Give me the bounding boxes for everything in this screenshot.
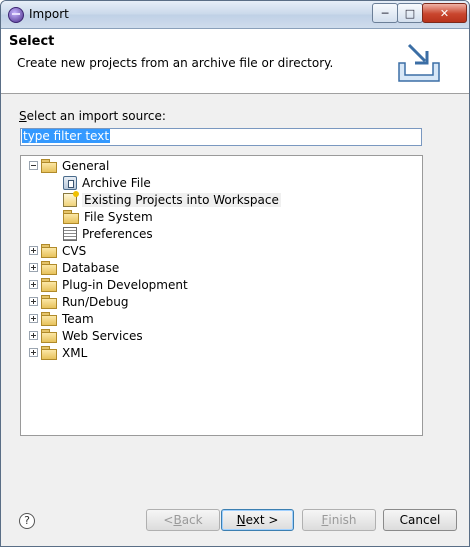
tree-item-label: CVS — [62, 243, 87, 258]
expand-icon[interactable] — [29, 297, 38, 306]
import-dialog: Import ─ □ ✕ Select Create new projects … — [0, 0, 470, 547]
tree-item-preferences[interactable]: Preferences — [63, 225, 153, 242]
back-mnemonic: B — [173, 513, 182, 527]
collapse-icon[interactable] — [29, 161, 38, 170]
tree-item-web-services[interactable]: Web Services — [29, 327, 143, 344]
folder-icon — [41, 244, 57, 258]
page-title: Select — [9, 34, 55, 49]
preferences-icon — [63, 226, 77, 241]
back-prefix: < — [163, 513, 174, 527]
tree-item-existing-projects[interactable]: Existing Projects into Workspace — [63, 190, 281, 208]
folder-icon — [41, 346, 57, 360]
finish-mnemonic: F — [321, 513, 329, 527]
tree-item-file-system[interactable]: File System — [63, 208, 153, 225]
next-rest: ext > — [245, 513, 279, 527]
next-mnemonic: N — [236, 513, 246, 527]
tree-item-label: File System — [84, 209, 153, 224]
tree-item-label: Team — [62, 311, 94, 326]
import-wizard-icon — [398, 43, 440, 82]
tree-item-label: XML — [62, 345, 88, 360]
expand-icon[interactable] — [29, 348, 38, 357]
expand-icon[interactable] — [29, 246, 38, 255]
tree-item-label: Plug-in Development — [62, 277, 188, 292]
page-description: Create new projects from an archive file… — [17, 56, 334, 70]
label-rest: elect an import source: — [26, 109, 166, 123]
back-button[interactable]: < Back — [146, 509, 220, 531]
wizard-header: Select Create new projects from an archi… — [1, 29, 469, 94]
existing-projects-icon — [63, 190, 79, 207]
back-rest: ack — [181, 513, 203, 527]
filter-input[interactable]: type filter text — [20, 128, 422, 146]
import-source-label: Select an import source: — [19, 109, 166, 123]
tree-item-plugin-development[interactable]: Plug-in Development — [29, 276, 188, 293]
expand-icon[interactable] — [29, 280, 38, 289]
expand-icon[interactable] — [29, 263, 38, 272]
tree-item-label: General — [62, 158, 110, 173]
minimize-button[interactable]: ─ — [372, 3, 398, 23]
maximize-button[interactable]: □ — [397, 3, 423, 23]
tree-item-label: Archive File — [82, 175, 151, 190]
tree-item-label: Database — [62, 260, 120, 275]
folder-icon — [63, 210, 79, 224]
tree-item-general[interactable]: General — [29, 157, 109, 174]
expand-icon[interactable] — [29, 314, 38, 323]
filter-text: type filter text — [22, 129, 111, 143]
tree-item-xml[interactable]: XML — [29, 344, 87, 361]
archive-icon — [63, 175, 77, 190]
finish-button[interactable]: Finish — [302, 509, 376, 531]
folder-icon — [41, 312, 57, 326]
folder-open-icon — [41, 159, 57, 173]
eclipse-icon — [8, 7, 24, 23]
tree-item-cvs[interactable]: CVS — [29, 242, 86, 259]
tree-item-label: Existing Projects into Workspace — [82, 192, 281, 207]
window-title: Import — [29, 7, 69, 21]
label-mnemonic: S — [19, 109, 27, 123]
folder-icon — [41, 261, 57, 275]
folder-icon — [41, 278, 57, 292]
folder-icon — [41, 295, 57, 309]
next-button[interactable]: Next > — [221, 509, 294, 531]
expand-icon[interactable] — [29, 331, 38, 340]
tree-item-run-debug[interactable]: Run/Debug — [29, 293, 129, 310]
help-icon[interactable]: ? — [19, 513, 35, 529]
folder-icon — [41, 329, 57, 343]
close-button[interactable]: ✕ — [422, 3, 467, 23]
tree-item-label: Web Services — [62, 328, 143, 343]
tree-item-label: Preferences — [82, 226, 153, 241]
tree-item-archive-file[interactable]: Archive File — [63, 174, 151, 191]
import-source-tree[interactable]: General Archive File Existing Projects i… — [20, 155, 423, 436]
tree-item-team[interactable]: Team — [29, 310, 94, 327]
cancel-button[interactable]: Cancel — [383, 509, 457, 531]
finish-rest: inish — [328, 513, 357, 527]
tree-item-database[interactable]: Database — [29, 259, 119, 276]
title-bar: Import ─ □ ✕ — [1, 1, 469, 29]
tree-item-label: Run/Debug — [62, 294, 129, 309]
